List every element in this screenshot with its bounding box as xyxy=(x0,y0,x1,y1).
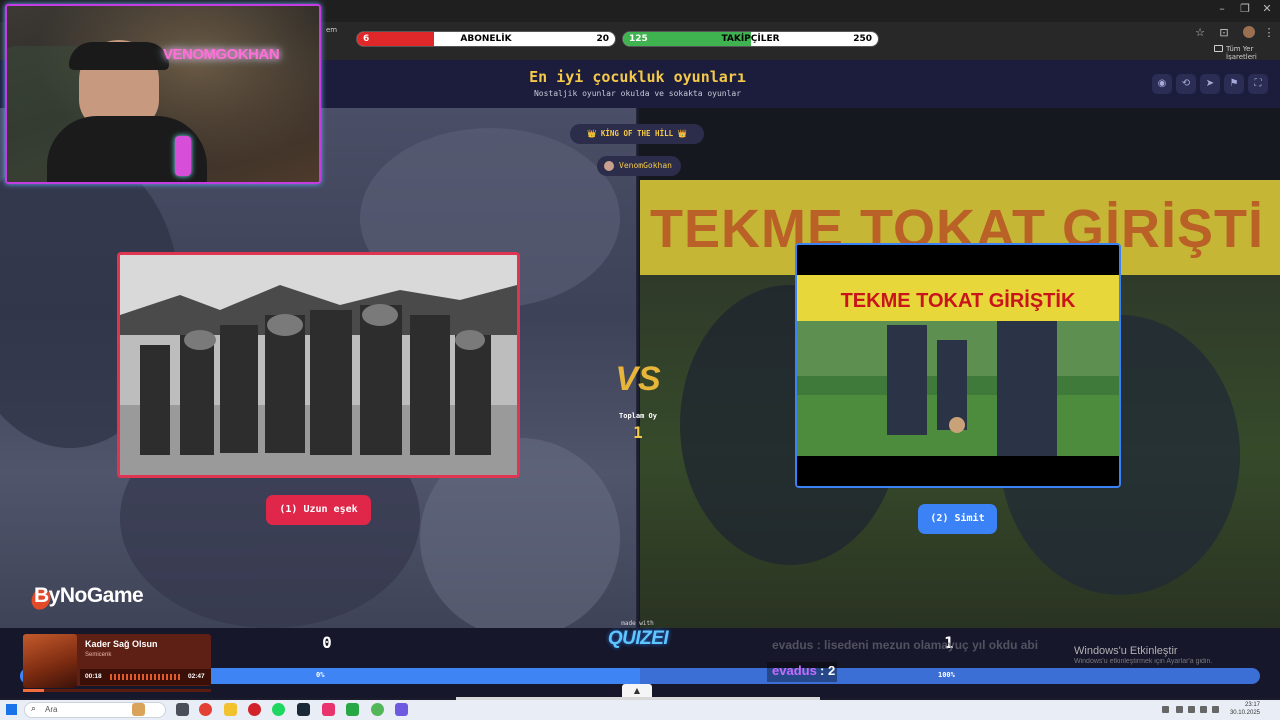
followers-target: 250 xyxy=(853,34,872,44)
subscription-title: ABONELİK xyxy=(460,34,512,44)
network-icon[interactable] xyxy=(1200,706,1207,713)
menu-icon[interactable]: ⋮ xyxy=(1262,26,1276,40)
neon-sign: VENOMGOKHAN xyxy=(163,46,280,63)
tray-app-icon[interactable] xyxy=(1176,706,1183,713)
song-progress-fill xyxy=(23,689,44,692)
chat-vote-value: : 2 xyxy=(820,663,836,678)
tray-app-icon[interactable] xyxy=(1188,706,1195,713)
total-votes-label: Toplam Oy xyxy=(619,412,657,420)
maximize-icon[interactable]: ❐ xyxy=(1234,2,1256,15)
all-bookmarks-link[interactable]: Tüm Yer İşaretleri xyxy=(1226,45,1280,61)
taskbar-date: 30.10.2025 xyxy=(1229,710,1260,716)
minimize-icon[interactable]: – xyxy=(1211,2,1233,15)
star-icon[interactable]: ☆ xyxy=(1193,26,1207,40)
close-icon[interactable]: ✕ xyxy=(1256,2,1278,15)
send-icon[interactable]: ➤ xyxy=(1200,74,1220,94)
quizei-logo[interactable]: QUIZEI xyxy=(604,628,672,650)
song-title: Kader Sağ Olsun xyxy=(85,639,158,649)
song-progress-track xyxy=(23,689,211,692)
tray-up-icon[interactable] xyxy=(1162,706,1169,713)
chrome-icon[interactable] xyxy=(199,703,212,716)
fullscreen-icon[interactable]: ⛶ xyxy=(1248,74,1268,94)
left-score: 0 xyxy=(322,633,332,652)
subscription-target: 20 xyxy=(596,34,609,44)
king-of-the-hill-badge: 👑 KİNG OF THE HİLL 👑 xyxy=(570,124,704,144)
opera-icon[interactable] xyxy=(248,703,261,716)
app-icon-green[interactable] xyxy=(346,703,359,716)
webcam-overlay: VENOMGOKHAN xyxy=(5,4,321,184)
flag-icon[interactable]: ⚑ xyxy=(1224,74,1244,94)
taskbar-search-placeholder: Ara xyxy=(45,705,58,714)
chevron-up-icon[interactable]: ▲ xyxy=(622,684,652,698)
file-explorer-icon[interactable] xyxy=(224,703,237,716)
app-icon-pink[interactable] xyxy=(322,703,335,716)
steam-icon[interactable] xyxy=(297,703,310,716)
left-percent: 0% xyxy=(316,671,325,679)
song-artist: Semicenk xyxy=(85,652,112,658)
search-icon: ⌕ xyxy=(31,704,37,714)
chat-message-ghost: evadus : lisedeni mezun olamayuç yıl okd… xyxy=(772,638,1039,652)
app-icon-purple[interactable] xyxy=(395,703,408,716)
user-avatar xyxy=(604,161,614,171)
album-cover xyxy=(23,634,77,688)
followers-title: TAKİPÇİLER xyxy=(721,34,780,44)
right-option-image: TEKME TOKAT GİRİŞTİK xyxy=(797,245,1119,486)
waveform-icon xyxy=(110,674,182,680)
windows-start-icon[interactable] xyxy=(6,704,17,715)
task-view-icon[interactable] xyxy=(176,703,189,716)
taskbar-clock[interactable]: 23:17 30.10.2025 xyxy=(1224,701,1260,717)
left-option-button[interactable]: (1) Uzun eşek xyxy=(266,495,371,525)
chat-username: evadus xyxy=(772,663,817,678)
eye-icon[interactable]: ◉ xyxy=(1152,74,1172,94)
left-option-card[interactable] xyxy=(117,252,520,478)
total-votes-count: 1 xyxy=(633,423,643,442)
right-option-card[interactable]: TEKME TOKAT GİRİŞTİK xyxy=(795,243,1121,488)
taskbar-time: 23:17 xyxy=(1244,702,1260,708)
address-fragment[interactable]: em xyxy=(326,26,337,34)
volume-icon[interactable] xyxy=(1212,706,1219,713)
extensions-icon[interactable]: ⊡ xyxy=(1217,26,1231,40)
weather-widget-icon[interactable] xyxy=(132,703,145,716)
sponsor-logo: ByNoGame xyxy=(34,584,144,607)
subscription-goal-bar: 6 ABONELİK 20 xyxy=(356,31,616,47)
right-percent: 100% xyxy=(938,671,955,679)
windows-activation-subtitle: Windows'u etkinleştirmek için Ayarlar'a … xyxy=(1074,658,1213,665)
made-with-label: made with xyxy=(621,620,654,627)
song-time-total: 02:47 xyxy=(188,673,205,680)
right-option-button[interactable]: (2) Simit xyxy=(918,504,997,534)
folder-icon xyxy=(1214,45,1223,52)
windows-activation-title: Windows'u Etkinleştir xyxy=(1074,645,1178,657)
profile-avatar[interactable] xyxy=(1243,26,1255,38)
share-icon[interactable]: ⟲ xyxy=(1176,74,1196,94)
app-icon-leaf[interactable] xyxy=(371,703,384,716)
left-option-image xyxy=(120,255,517,475)
vs-logo: VS xyxy=(615,360,661,398)
followers-goal-bar: 125 TAKİPÇİLER 250 xyxy=(622,31,879,47)
right-thumbnail-text: TEKME TOKAT GİRİŞTİK xyxy=(841,289,1076,312)
song-time-current: 00:18 xyxy=(85,673,102,680)
spotify-icon[interactable] xyxy=(272,703,285,716)
windows-taskbar xyxy=(0,700,1280,720)
